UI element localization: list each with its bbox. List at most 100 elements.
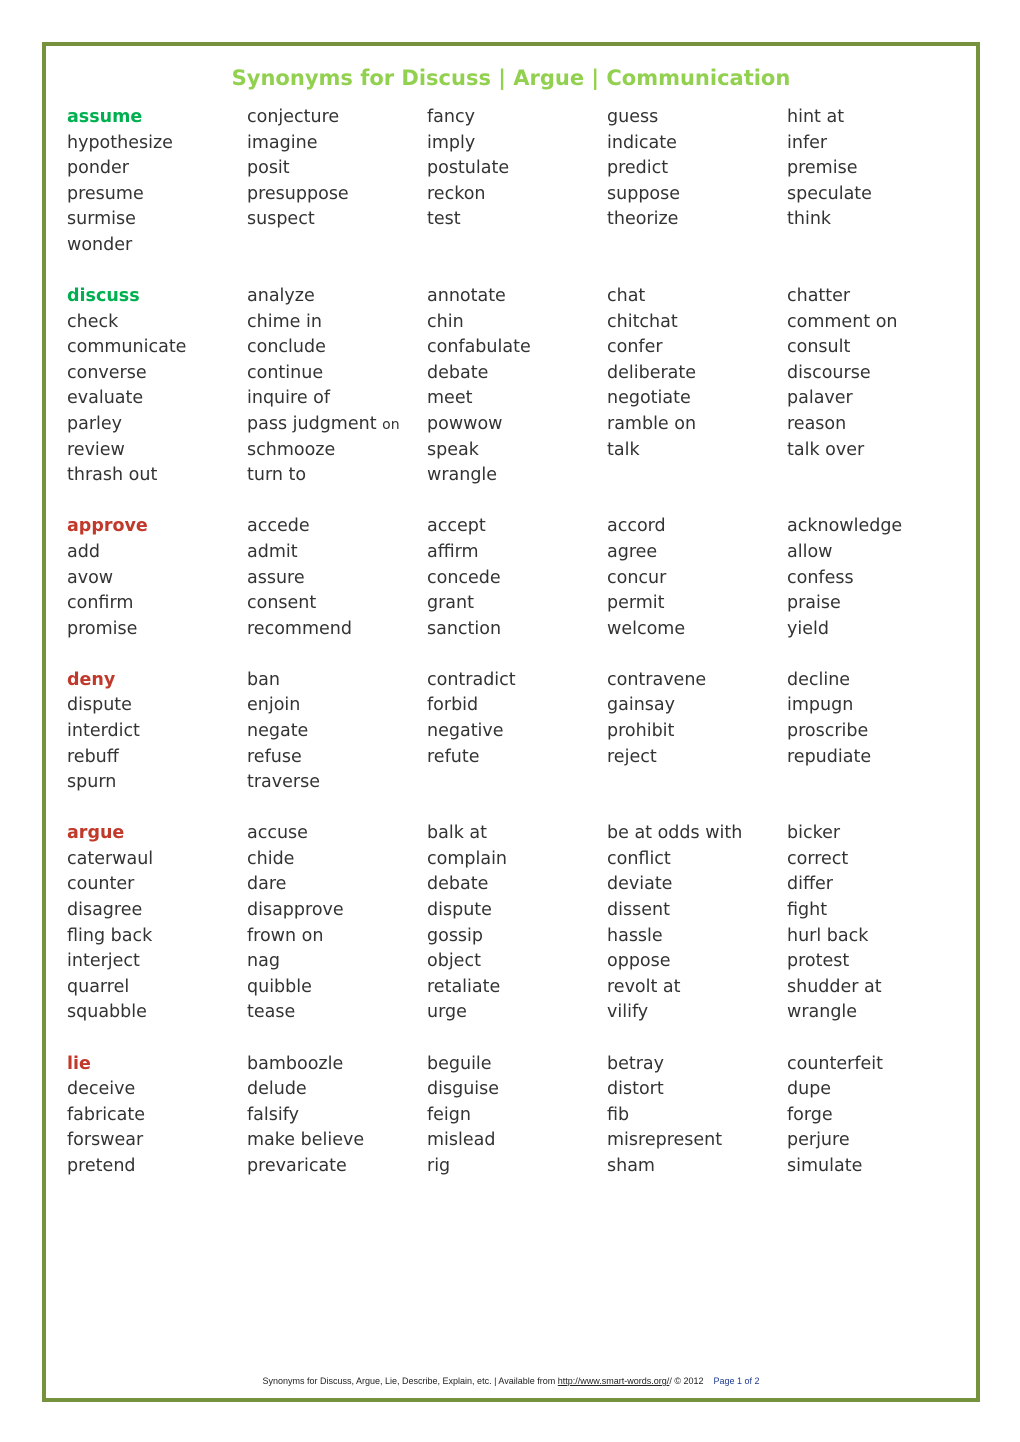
synonym-word: confer — [607, 337, 663, 358]
synonym-word: counterfeit — [787, 1053, 883, 1074]
synonym-word: decline — [787, 669, 851, 690]
synonym-word: impugn — [787, 695, 854, 716]
word-row: add admit affirm agree allow — [67, 540, 967, 566]
synonym-word: yield — [787, 618, 829, 639]
word-row: deny ban contradict contravene decline — [67, 668, 967, 694]
synonym-word: betray — [607, 1053, 665, 1074]
synonym-word: interdict — [67, 720, 140, 741]
section-approve: approve accede accept accord acknowledge add a… — [67, 514, 967, 642]
word-row: wonder — [67, 233, 967, 259]
synonym-word: reason — [787, 414, 847, 435]
synonym-word: assure — [247, 567, 305, 588]
synonym-word: beguile — [427, 1053, 492, 1074]
word-row: interject nag object oppose protest — [67, 949, 967, 975]
page-frame: Synonyms for Discuss | Argue | Communica… — [42, 42, 980, 1402]
synonym-word: simulate — [787, 1155, 863, 1176]
synonym-word: quibble — [247, 976, 312, 997]
synonym-word: test — [427, 209, 461, 230]
synonym-word: delude — [247, 1079, 307, 1100]
synonym-word: protest — [787, 951, 850, 972]
synonym-word: confess — [787, 567, 854, 588]
synonym-word: rig — [427, 1155, 451, 1176]
synonym-word: concur — [607, 567, 667, 588]
synonym-word: spurn — [67, 772, 117, 793]
word-row: quarrel quibble retaliate revolt at shudder … — [67, 975, 967, 1001]
synonym-word: parley — [67, 414, 123, 435]
synonym-word: allow — [787, 541, 833, 562]
word-row: presume presuppose reckon suppose speculate — [67, 182, 967, 208]
synonym-word: rebuff — [67, 746, 119, 767]
synonym-word: premise — [787, 158, 858, 179]
synonym-word: comment on — [787, 311, 898, 332]
synonym-word: shudder at — [787, 976, 882, 997]
synonym-word: review — [67, 439, 125, 460]
synonym-word: debate — [427, 874, 489, 895]
footer-link[interactable]: http://www.smart-words.org/ — [558, 1376, 670, 1386]
synonym-word: disagree — [67, 900, 143, 921]
word-row: review schmooze speak talk talk over — [67, 438, 967, 464]
word-row: fling back frown on gossip hassle hurl back — [67, 924, 967, 950]
synonym-word: grant — [427, 593, 474, 614]
synonym-word: evaluate — [67, 388, 144, 409]
synonym-word: pass judgment on — [247, 414, 400, 435]
synonym-word: predict — [607, 158, 669, 179]
synonym-word: add — [67, 541, 100, 562]
synonym-word: debate — [427, 362, 489, 383]
synonym-word: check — [67, 311, 119, 332]
synonym-word: infer — [787, 132, 828, 153]
word-row: counter dare debate deviate differ — [67, 872, 967, 898]
section-heading: argue — [67, 823, 125, 844]
word-row: argue accuse balk at be at odds with bicker — [67, 821, 967, 847]
synonym-word: forge — [787, 1104, 833, 1125]
synonym-word: caterwaul — [67, 848, 154, 869]
synonym-word: hypothesize — [67, 132, 173, 153]
synonym-word: talk over — [787, 439, 865, 460]
synonym-word: wrangle — [427, 465, 498, 486]
synonym-word: nag — [247, 951, 280, 972]
word-row: evaluate inquire of meet negotiate palaver — [67, 386, 967, 412]
synonym-word: ponder — [67, 158, 129, 179]
synonym-word: accept — [427, 516, 486, 537]
synonym-word: imply — [427, 132, 476, 153]
footer-text: Synonyms for Discuss, Argue, Lie, Descri… — [262, 1376, 558, 1386]
synonym-word: chitchat — [607, 311, 678, 332]
synonym-word: perjure — [787, 1130, 850, 1151]
synonym-word: vilify — [607, 1002, 649, 1023]
synonym-word-suffix: on — [382, 417, 400, 434]
synonym-word: schmooze — [247, 439, 336, 460]
synonym-word: recommend — [247, 618, 352, 639]
synonym-word: dissent — [607, 900, 670, 921]
synonym-word: counter — [67, 874, 135, 895]
synonym-word: speculate — [787, 183, 872, 204]
word-row: check chime in chin chitchat comment on — [67, 310, 967, 336]
word-row: hypothesize imagine imply indicate infer — [67, 131, 967, 157]
synonym-word: negative — [427, 720, 504, 741]
synonym-word: correct — [787, 848, 849, 869]
synonym-word: negate — [247, 720, 309, 741]
synonym-word: communicate — [67, 337, 187, 358]
synonym-word: powwow — [427, 414, 503, 435]
synonym-word: consult — [787, 337, 851, 358]
synonym-word: traverse — [247, 772, 320, 793]
word-row: avow assure concede concur confess — [67, 566, 967, 592]
synonym-word: be at odds with — [607, 823, 743, 844]
synonym-word: contradict — [427, 669, 516, 690]
synonym-word: concede — [427, 567, 501, 588]
word-row: parley pass judgment on powwow ramble on rea… — [67, 412, 967, 438]
synonym-word: frown on — [247, 925, 324, 946]
synonym-word: dupe — [787, 1079, 832, 1100]
synonym-word: quarrel — [67, 976, 130, 997]
section-heading: assume — [67, 107, 143, 127]
synonym-word: mislead — [427, 1130, 496, 1151]
synonym-word: think — [787, 209, 832, 230]
synonym-word: prevaricate — [247, 1155, 347, 1176]
word-row: rebuff refuse refute reject repudiate — [67, 745, 967, 771]
synonym-word: repudiate — [787, 746, 872, 767]
synonym-word: hassle — [607, 925, 663, 946]
synonym-word: sanction — [427, 618, 502, 639]
synonym-word: talk — [607, 439, 640, 460]
synonym-word: revolt at — [607, 976, 681, 997]
synonym-word: fancy — [427, 107, 475, 127]
word-row: forswear make believe mislead misrepresent p… — [67, 1128, 967, 1154]
synonym-word: disapprove — [247, 900, 344, 921]
